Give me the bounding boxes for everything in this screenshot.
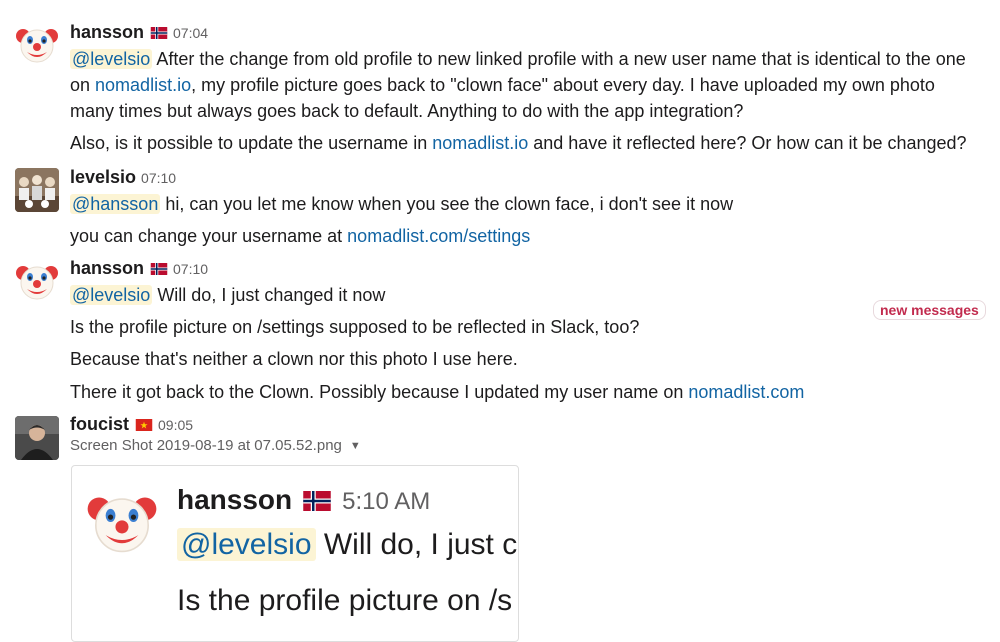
message-text: Because that's neither a clown nor this … — [70, 346, 518, 372]
screenshot-header: hansson 5:10 AM — [177, 484, 430, 516]
norway-flag-icon — [302, 491, 332, 511]
screenshot-timestamp: 5:10 AM — [342, 488, 431, 515]
new-messages-badge[interactable]: new messages — [873, 300, 986, 320]
message-text-segment: hi, can you let me know when you see the… — [160, 194, 734, 214]
file-name[interactable]: Screen Shot 2019-08-19 at 07.05.52.png — [70, 437, 342, 454]
vietnam-flag-icon — [135, 419, 153, 431]
link[interactable]: nomadlist.com/settings — [347, 226, 530, 246]
link[interactable]: nomadlist.io — [95, 75, 191, 95]
message-text-segment: Because that's neither a clown nor this … — [70, 349, 518, 369]
timestamp[interactable]: 07:10 — [173, 261, 208, 277]
link[interactable]: nomadlist.com — [688, 382, 804, 402]
avatar[interactable] — [15, 22, 59, 66]
link[interactable]: nomadlist.io — [432, 133, 528, 153]
message-text-segment: and have it reflected here? Or how can i… — [528, 133, 967, 153]
message-text-segment: Is the profile picture on /settings supp… — [70, 317, 640, 337]
username[interactable]: levelsio — [70, 167, 136, 188]
norway-flag-icon — [150, 263, 168, 275]
message-header: levelsio 07:10 — [70, 167, 176, 188]
mention[interactable]: @levelsio — [70, 285, 153, 305]
message-text-segment: you can change your username at — [70, 226, 348, 246]
mention[interactable]: @hansson — [70, 194, 161, 214]
message-text: Also, is it possible to update the usern… — [70, 130, 967, 156]
norway-flag-icon — [150, 27, 168, 39]
message-text-segment: , my profile picture goes back to "clown… — [70, 75, 935, 121]
avatar[interactable] — [15, 168, 59, 212]
screenshot-username: hansson — [177, 484, 293, 515]
message-text: @levelsio Will do, I just changed it now — [70, 282, 385, 308]
message-header: hansson 07:10 — [70, 258, 208, 279]
username[interactable]: hansson — [70, 258, 144, 279]
message-text: @levelsio After the change from old prof… — [70, 46, 980, 124]
timestamp[interactable]: 09:05 — [158, 417, 193, 433]
message-header: foucist 09:05 — [70, 414, 193, 435]
image-attachment[interactable]: hansson 5:10 AM @levelsio Will do, I jus… — [71, 465, 519, 642]
message-text-segment: Also, is it possible to update the usern… — [70, 133, 433, 153]
avatar[interactable] — [15, 259, 59, 303]
avatar[interactable] — [15, 416, 59, 460]
message-text-segment: There it got back to the Clown. Possibly… — [70, 382, 689, 402]
screenshot-text: Is the profile picture on /s — [177, 584, 513, 617]
caret-down-icon[interactable]: ▼ — [350, 440, 361, 452]
message-text-segment: Will do, I just changed it now — [152, 285, 386, 305]
message-text: Is the profile picture on /settings supp… — [70, 314, 639, 340]
person-photo-avatar-icon — [15, 416, 59, 460]
mention[interactable]: @levelsio — [70, 49, 153, 69]
message-text: @hansson hi, can you let me know when yo… — [70, 191, 733, 217]
timestamp[interactable]: 07:04 — [173, 25, 208, 41]
clown-avatar-icon — [15, 22, 59, 66]
message-text: There it got back to the Clown. Possibly… — [70, 379, 804, 405]
timestamp[interactable]: 07:10 — [141, 170, 176, 186]
username[interactable]: foucist — [70, 414, 129, 435]
message-header: hansson 07:04 — [70, 22, 208, 43]
screenshot-text: @levelsio Will do, I just c — [177, 528, 517, 562]
screenshot-text-segment: Will do, I just c — [315, 528, 518, 561]
clown-avatar-icon — [86, 486, 158, 558]
username[interactable]: hansson — [70, 22, 144, 43]
screenshot-mention: @levelsio — [177, 528, 316, 561]
file-attachment-title[interactable]: Screen Shot 2019-08-19 at 07.05.52.png ▼ — [70, 437, 361, 454]
clown-avatar-icon — [15, 259, 59, 303]
group-photo-avatar-icon — [15, 168, 59, 212]
message-text: you can change your username at nomadlis… — [70, 223, 530, 249]
